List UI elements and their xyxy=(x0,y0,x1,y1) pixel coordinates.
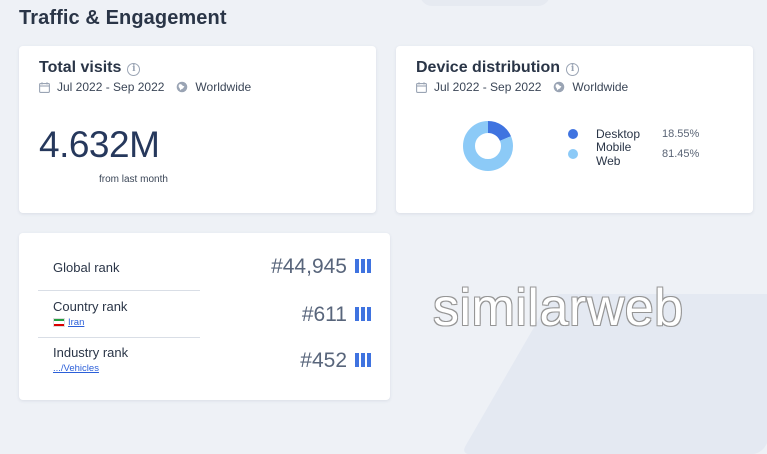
info-icon[interactable]: i xyxy=(566,63,580,76)
industry-rank-sub: .../Vehicles xyxy=(53,363,99,374)
device-distribution-region: Worldwide xyxy=(572,80,629,94)
rank-row-industry: Industry rank .../Vehicles #452 xyxy=(53,345,371,377)
iran-flag-icon xyxy=(53,318,65,327)
country-rank-label: Country rank xyxy=(53,299,128,314)
total-visits-card: Total visits i Jul 2022 - Sep 2022 Worldw… xyxy=(19,46,376,213)
rank-chart-icon[interactable] xyxy=(353,353,371,367)
total-visits-value: 4.632M xyxy=(39,124,160,165)
legend-value-desktop: 18.55% xyxy=(662,128,700,140)
legend-label-mobile-web: Mobile Web xyxy=(596,140,632,168)
globe-icon xyxy=(553,81,565,93)
device-distribution-meta: Jul 2022 - Sep 2022 Worldwide xyxy=(416,80,628,94)
legend-label-desktop: Desktop xyxy=(596,127,641,141)
device-legend: Desktop 18.55% Mobile Web 81.45% xyxy=(568,124,700,168)
total-visits-date-range: Jul 2022 - Sep 2022 xyxy=(57,80,165,94)
rank-divider xyxy=(38,337,200,338)
device-distribution-title: Device distribution i xyxy=(416,59,580,77)
legend-dot-mobile-web xyxy=(568,149,578,159)
rank-divider xyxy=(38,290,200,291)
rank-row-country: Country rank Iran #611 xyxy=(53,299,371,331)
legend-value-mobile-web: 81.45% xyxy=(662,148,700,160)
total-visits-title: Total visits i xyxy=(39,59,141,77)
calendar-icon xyxy=(416,81,427,93)
total-visits-region: Worldwide xyxy=(195,80,252,94)
industry-rank-value: #452 xyxy=(300,349,347,372)
legend-item-mobile-web: Mobile Web 81.45% xyxy=(568,140,700,168)
rank-row-global: Global rank #44,945 xyxy=(53,253,371,281)
info-icon[interactable]: i xyxy=(127,63,141,76)
device-distribution-title-text: Device distribution xyxy=(416,59,561,76)
device-distribution-date-range: Jul 2022 - Sep 2022 xyxy=(434,80,542,94)
country-rank-sub: Iran xyxy=(68,317,85,328)
total-visits-caption: from last month xyxy=(99,174,168,185)
global-rank-label: Global rank xyxy=(53,260,120,275)
calendar-icon xyxy=(39,81,50,93)
rank-chart-icon[interactable] xyxy=(353,307,371,321)
device-distribution-card: Device distribution i Jul 2022 - Sep 2022… xyxy=(396,46,753,213)
rank-chart-icon[interactable] xyxy=(353,259,371,273)
country-rank-link[interactable]: Iran xyxy=(53,317,84,328)
industry-rank-label: Industry rank xyxy=(53,345,129,360)
similarweb-watermark: similarweb xyxy=(433,279,684,337)
industry-rank-link[interactable]: .../Vehicles xyxy=(53,363,99,374)
globe-icon xyxy=(176,81,188,93)
background-blob xyxy=(420,0,550,6)
legend-dot-desktop xyxy=(568,129,578,139)
section-title: Traffic & Engagement xyxy=(19,7,227,29)
total-visits-meta: Jul 2022 - Sep 2022 Worldwide xyxy=(39,80,251,94)
device-donut-chart xyxy=(463,121,513,171)
country-rank-value: #611 xyxy=(301,303,347,326)
rank-card: Global rank #44,945 Country rank Iran #6… xyxy=(19,233,390,400)
global-rank-value: #44,945 xyxy=(271,255,347,278)
total-visits-title-text: Total visits xyxy=(39,59,122,76)
